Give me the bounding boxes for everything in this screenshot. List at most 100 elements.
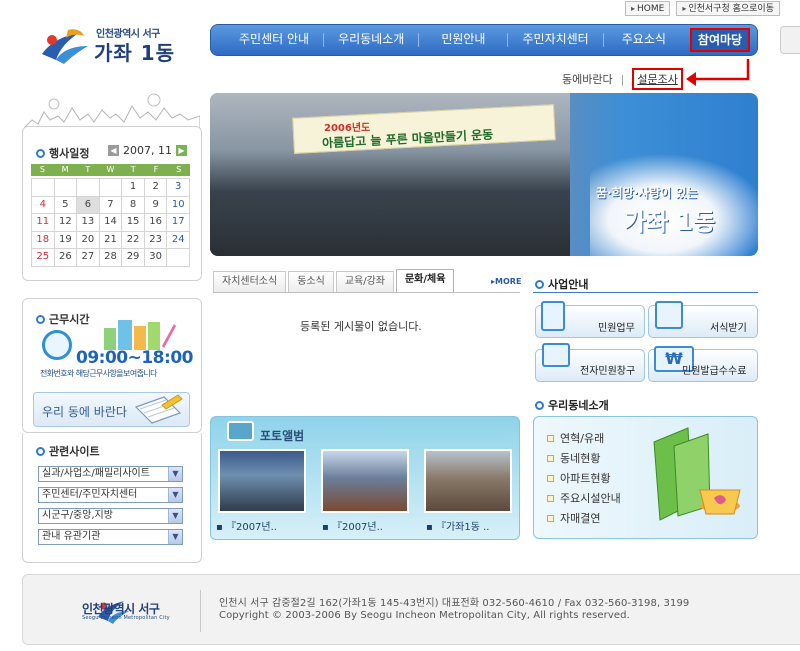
submenu-survey[interactable]: 설문조사: [632, 68, 683, 90]
site-logo[interactable]: 인천광역시 서구 가좌 1동: [38, 24, 188, 66]
calendar-day: [32, 179, 54, 196]
calendar-day[interactable]: 8: [122, 196, 144, 213]
tab-culture[interactable]: 문화/체육: [395, 269, 455, 292]
calendar-day[interactable]: 9: [144, 196, 167, 213]
calendar-day[interactable]: 18: [32, 231, 54, 248]
calendar-day[interactable]: 7: [99, 196, 122, 213]
submenu: 동에바란다 | 설문조사: [562, 68, 683, 90]
calendar-day[interactable]: 12: [54, 214, 77, 231]
photo-caption[interactable]: ▪ 『2007년..: [322, 518, 383, 533]
calendar-day[interactable]: 10: [167, 196, 189, 213]
arrow-icon: ▸: [630, 4, 635, 13]
calendar-day[interactable]: 26: [54, 249, 77, 266]
calendar-day[interactable]: 13: [77, 214, 99, 231]
calendar-day[interactable]: 11: [32, 214, 54, 231]
logo-title: 가좌 1동: [94, 41, 176, 65]
nav-autonomy-center[interactable]: 주민자치센터: [508, 24, 602, 56]
nav-town-intro[interactable]: 우리동네소개: [324, 24, 418, 56]
photo-caption[interactable]: ▪ 『가좌1동 ..: [426, 518, 489, 533]
more-link[interactable]: ▸MORE: [491, 277, 521, 286]
tab-town-news[interactable]: 동소식: [288, 271, 334, 292]
submenu-separator: |: [620, 72, 625, 86]
site-select-centers[interactable]: 주민센터/주민자치센터 ▼: [38, 487, 183, 503]
calendar-day[interactable]: 16: [144, 214, 167, 231]
calendar-day[interactable]: 3: [167, 179, 189, 196]
square-bullet-icon: [547, 474, 554, 482]
calendar-day[interactable]: 15: [122, 214, 144, 231]
bullet-icon: [36, 148, 45, 158]
fee-label: 민원발급수수료: [682, 366, 747, 377]
banner-slogan-small: 꿈·희망·사랑이 있는: [596, 186, 698, 200]
calendar-day: [99, 179, 122, 196]
nav-center-info[interactable]: 주민센터 안내: [211, 24, 323, 56]
prev-month-icon[interactable]: ◀: [108, 145, 119, 156]
calendar-day[interactable]: 20: [77, 231, 99, 248]
footer-copyright: Copyright © 2003-2006 By Seogu Incheon M…: [219, 610, 630, 621]
tab-center-news[interactable]: 자치센터소식: [213, 271, 287, 292]
books-cup-icon: [653, 427, 741, 521]
tab-underline: [213, 292, 520, 293]
camera-icon: [227, 421, 254, 441]
nav-civil-guide[interactable]: 민원안내: [419, 24, 507, 56]
e-civil-label: 전자민원창구: [580, 366, 636, 377]
calendar-day[interactable]: 2: [144, 179, 167, 196]
nav-participation[interactable]: 참여마당: [689, 28, 751, 52]
document-icon: [541, 301, 565, 331]
square-bullet-icon: [547, 514, 554, 522]
town-intro-title: 우리동네소개: [535, 397, 609, 413]
calendar-day[interactable]: 27: [77, 249, 99, 266]
submenu-suggestion[interactable]: 동에바란다: [562, 71, 613, 87]
photo-thumbnail[interactable]: [218, 449, 306, 513]
site-select-agencies[interactable]: 관내 유관기관 ▼: [38, 529, 183, 545]
town-item-apartments[interactable]: 아파트현황: [547, 470, 611, 486]
calendar-day[interactable]: 21: [99, 231, 122, 248]
calendar-nav: ◀ 2007, 11 ▶: [108, 144, 187, 157]
chevron-down-icon: ▼: [168, 530, 182, 544]
calendar-day[interactable]: 28: [99, 249, 122, 266]
photo-thumbnail[interactable]: [424, 449, 512, 513]
town-item-facilities[interactable]: 주요시설안내: [547, 490, 621, 506]
calendar-day[interactable]: 30: [144, 249, 167, 266]
calendar-day[interactable]: 5: [54, 196, 77, 213]
work-hours-title: 근무시간: [36, 311, 89, 327]
footer-divider: [200, 590, 201, 632]
town-item-sister-city[interactable]: 자매결연: [547, 510, 600, 526]
tab-education[interactable]: 교육/강좌: [335, 271, 394, 292]
calendar-day[interactable]: 19: [54, 231, 77, 248]
nav-news[interactable]: 주요소식: [604, 24, 684, 56]
calendar-day[interactable]: 23: [144, 231, 167, 248]
next-month-icon[interactable]: ▶: [175, 145, 187, 156]
bullet-icon: [36, 314, 45, 324]
town-item-history[interactable]: 연혁/유래: [547, 430, 604, 446]
calendar-day[interactable]: 6: [77, 196, 99, 213]
calendar-day[interactable]: 29: [122, 249, 144, 266]
work-hours: 09:00~18:00: [76, 348, 193, 368]
calendar-day[interactable]: 22: [122, 231, 144, 248]
home-link[interactable]: ▸ HOME: [624, 1, 671, 16]
weekday-label: F: [153, 165, 159, 174]
square-bullet-icon: [547, 434, 554, 442]
chevron-down-icon: ▼: [168, 509, 182, 523]
district-home-link[interactable]: ▸ 인천서구청 홈으로이동: [676, 1, 780, 16]
calendar-day[interactable]: 25: [32, 249, 54, 266]
chevron-down-icon: ▼: [168, 488, 182, 502]
business-title: 사업안내: [535, 276, 588, 292]
weekday-label: T: [130, 165, 136, 174]
calendar-day[interactable]: 17: [167, 214, 189, 231]
calendar-day: [167, 249, 189, 266]
photo-album-title: 포토앨범: [260, 429, 305, 443]
calendar-day[interactable]: 24: [167, 231, 189, 248]
photo-caption[interactable]: ▪ 『2007년..: [216, 518, 277, 533]
related-sites-title: 관련사이트: [36, 443, 100, 459]
calendar-month: 2007, 11: [123, 144, 172, 157]
calendar-day[interactable]: 1: [122, 179, 144, 196]
footer-address: 인천시 서구 감중절2길 162(가좌1동 145-43번지) 대표전화 032…: [219, 598, 690, 609]
calendar-day[interactable]: 4: [32, 196, 54, 213]
calendar-day[interactable]: 14: [99, 214, 122, 231]
site-select-government[interactable]: 시군구/중앙,지방 ▼: [38, 508, 183, 524]
weekday-label: T: [85, 165, 91, 174]
town-item-status[interactable]: 동네현황: [547, 450, 600, 466]
photo-thumbnail[interactable]: [321, 449, 409, 513]
site-select-departments[interactable]: 실과/사업소/패밀리사이트 ▼: [38, 466, 183, 482]
weekday-label: M: [61, 165, 69, 174]
